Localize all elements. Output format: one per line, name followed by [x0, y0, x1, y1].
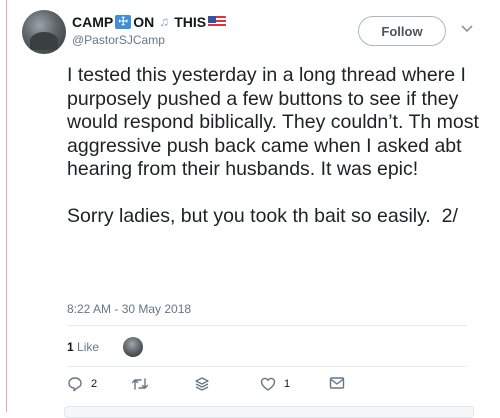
retweet-icon — [131, 376, 149, 392]
like-button[interactable]: 1 — [260, 376, 290, 392]
action-bar: 2 1 — [67, 376, 367, 398]
likes-row: 1 Like — [67, 337, 144, 357]
cross-icon: ☩ — [115, 15, 132, 29]
reply-icon — [67, 376, 83, 392]
reply-box[interactable] — [64, 406, 474, 418]
display-name-part-2: ON — [133, 14, 155, 30]
stack-button[interactable] — [194, 376, 210, 392]
like-count: 1 — [284, 378, 291, 390]
tweet-text: I tested this yesterday in a long thread… — [67, 64, 479, 227]
reply-count: 2 — [91, 378, 98, 390]
display-name-part-1: CAMP — [72, 14, 114, 30]
likes-summary[interactable]: 1 Like — [67, 340, 99, 354]
follow-button[interactable]: Follow — [358, 16, 446, 46]
message-button[interactable] — [329, 376, 345, 390]
likes-word: Like — [77, 340, 100, 354]
envelope-icon — [329, 376, 345, 390]
heart-icon — [260, 376, 276, 392]
tweet-timestamp[interactable]: 8:22 AM - 30 May 2018 — [67, 302, 191, 316]
music-notes-icon: ♫ — [159, 14, 170, 29]
us-flag-icon — [208, 16, 227, 28]
chevron-down-icon[interactable] — [460, 22, 474, 36]
reply-button[interactable]: 2 — [67, 376, 97, 392]
likes-number: 1 — [67, 340, 74, 354]
display-name[interactable]: CAMP ☩ ON ♫ THIS — [72, 14, 227, 30]
avatar[interactable] — [22, 10, 66, 54]
divider-bottom — [67, 366, 467, 367]
thread-line — [6, 0, 7, 412]
divider-top — [67, 325, 467, 326]
layers-icon — [194, 376, 210, 392]
display-name-part-3: THIS — [174, 14, 207, 30]
retweet-button[interactable] — [131, 376, 157, 392]
user-handle[interactable]: @PastorSJCamp — [72, 33, 165, 47]
liker-avatar[interactable] — [123, 337, 144, 357]
